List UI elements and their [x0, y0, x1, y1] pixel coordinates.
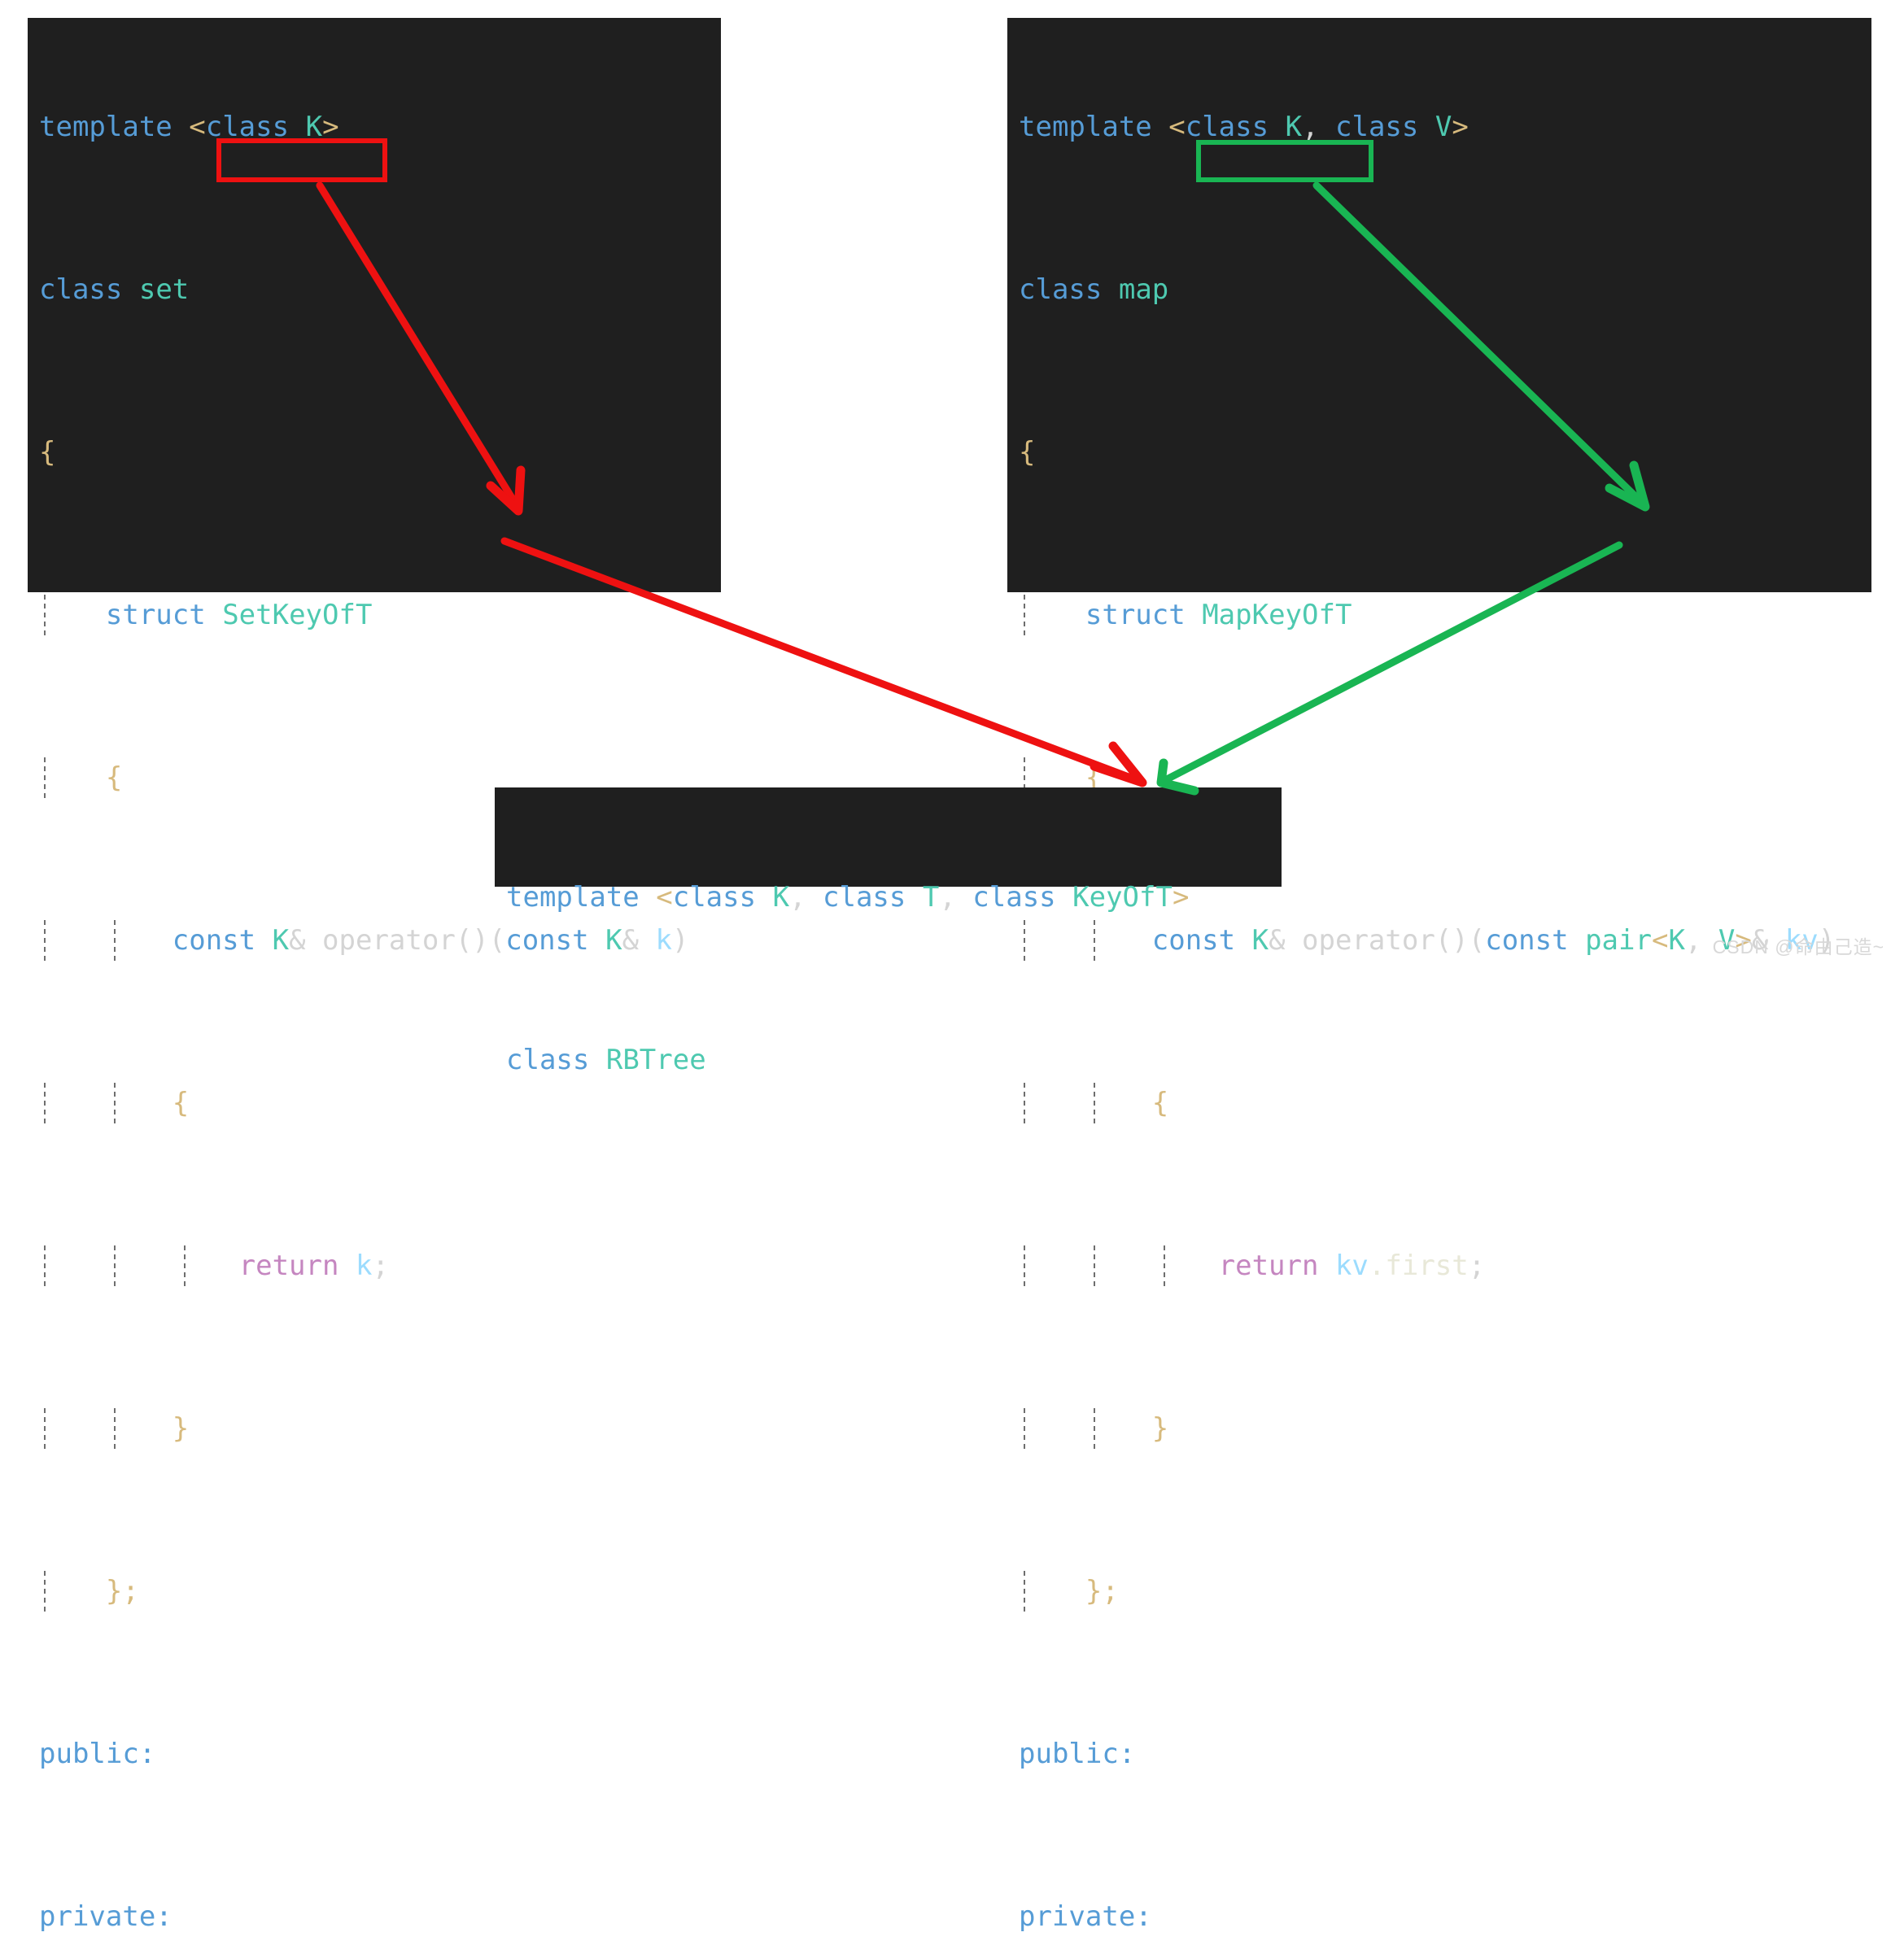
token-semi: ;	[1468, 1250, 1486, 1282]
diagram-canvas: { "colors": { "background": "#ffffff", "…	[0, 0, 1904, 1933]
token-private: private:	[39, 1900, 172, 1933]
code-line: public:	[1019, 1734, 1871, 1774]
code-line: template <class K, class V>	[1019, 111, 1469, 143]
code-line: };	[1019, 1571, 1871, 1612]
token-close-brace-semi: };	[1085, 1575, 1119, 1607]
code-line: return kv.first;	[1019, 1245, 1871, 1286]
code-line: class RBTree	[506, 1040, 1282, 1080]
token-kv: kv	[1334, 1250, 1369, 1282]
token-open-brace: {	[172, 1087, 190, 1119]
token-close-brace: }	[172, 1412, 190, 1445]
code-line: {	[1019, 432, 1871, 473]
token-return: return	[238, 1250, 339, 1282]
token-pair: pair	[1585, 924, 1652, 957]
code-line: class map	[1019, 269, 1871, 310]
code-line: public:	[39, 1734, 721, 1774]
code-line: }	[39, 1408, 721, 1449]
rbtree-code-block: template <class K, class T, class KeyOfT…	[495, 787, 1282, 1076]
set-code-block: template <class K> class set { struct Se…	[28, 18, 721, 1933]
code-line: {	[1019, 1083, 1871, 1123]
token-class: class	[506, 1044, 590, 1076]
token-map: map	[1118, 273, 1169, 306]
token-class: class	[972, 881, 1056, 914]
token-semi: ;	[372, 1250, 389, 1282]
token-K: K	[272, 924, 290, 957]
code-line: class set	[39, 269, 721, 310]
token-close-brace: }	[1151, 1412, 1169, 1445]
token-public: public:	[39, 1738, 156, 1770]
token-class: class	[1019, 273, 1103, 306]
token-template: template	[1019, 111, 1152, 143]
token-close-brace-semi: };	[105, 1575, 139, 1607]
token-struct: struct	[1085, 599, 1186, 631]
token-operator: operator	[322, 924, 456, 957]
code-line: private:	[1019, 1896, 1871, 1937]
token-K: K	[1668, 924, 1685, 957]
token-mapkeyoft: MapKeyOfT	[1202, 599, 1352, 631]
token-return: return	[1218, 1250, 1319, 1282]
map-code-block: template <class K, class V> class map { …	[1007, 18, 1871, 1933]
token-K: K	[305, 111, 323, 143]
code-line: template <class K, class T, class KeyOfT…	[506, 881, 1190, 914]
code-line: return k;	[39, 1245, 721, 1286]
code-line: template <class K>	[39, 111, 339, 143]
token-V: V	[1435, 111, 1452, 143]
token-private: private:	[1019, 1900, 1152, 1933]
token-open-brace: {	[1019, 436, 1036, 469]
token-const: const	[172, 924, 256, 957]
token-struct: struct	[105, 599, 206, 631]
token-class: class	[672, 881, 757, 914]
token-K: K	[772, 881, 790, 914]
code-line: struct SetKeyOfT	[39, 595, 721, 635]
token-open-brace: {	[1151, 1087, 1169, 1119]
token-open-brace: {	[105, 761, 123, 794]
token-rbtree: RBTree	[605, 1044, 706, 1076]
code-line: {	[39, 432, 721, 473]
csdn-watermark: CSDN @命由己造~	[1712, 936, 1884, 957]
token-class: class	[39, 273, 123, 306]
code-line: private:	[39, 1896, 721, 1937]
token-template: template	[506, 881, 640, 914]
token-template: template	[39, 111, 172, 143]
token-class: class	[1335, 111, 1419, 143]
token-class: class	[205, 111, 290, 143]
token-k: k	[355, 1250, 373, 1282]
token-const: const	[1485, 924, 1569, 957]
token-first: first	[1385, 1250, 1469, 1282]
token-public: public:	[1019, 1738, 1136, 1770]
token-setkeyoft: SetKeyOfT	[222, 599, 373, 631]
token-T: T	[922, 881, 940, 914]
token-class: class	[1185, 111, 1269, 143]
token-set: set	[138, 273, 190, 306]
code-line: }	[1019, 1408, 1871, 1449]
token-open-brace: {	[39, 436, 56, 469]
code-line: struct MapKeyOfT	[1019, 595, 1871, 635]
code-line: };	[39, 1571, 721, 1612]
code-line: {	[39, 1083, 721, 1123]
token-operator: operator	[1302, 924, 1435, 957]
token-keyoft: KeyOfT	[1072, 881, 1173, 914]
token-K: K	[1285, 111, 1303, 143]
token-class: class	[823, 881, 906, 914]
